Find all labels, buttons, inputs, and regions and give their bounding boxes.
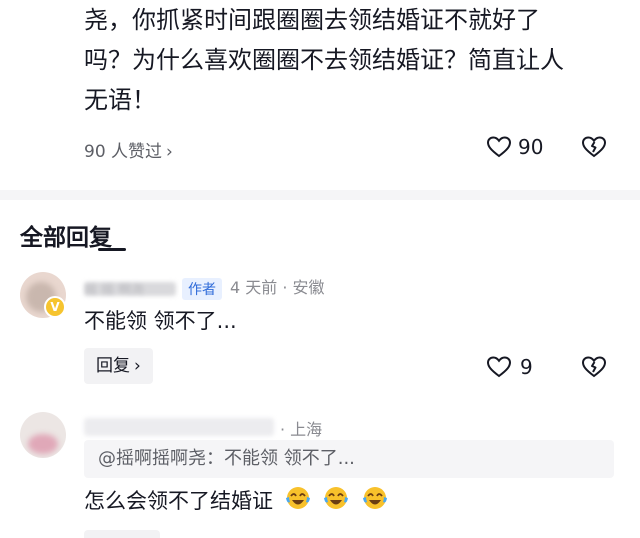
dislike-button[interactable] [581,135,607,163]
crying-laughing-emoji-icon [324,487,349,509]
avatar[interactable] [20,412,66,458]
reply-label: 回复 [96,356,130,376]
chevron-right-icon: › [134,356,141,376]
reply-text-row: 怎么会领不了结婚证 [84,484,389,515]
crying-laughing-emoji-icon [285,487,310,509]
user-name-text: 摇 摇 啊尧 [84,282,145,296]
blurred-user-name[interactable] [84,418,274,436]
liked-by-label: 90 人赞过 [84,142,163,162]
dislike-button[interactable] [581,355,607,383]
reply-location: · 上海 [280,420,323,439]
heart-icon [486,356,512,378]
comment-text-line-2: 吗？为什么喜欢圈圈不去领结婚证？简直让人 [84,46,564,74]
author-tag: 作者 [182,277,222,300]
comment-text-line-3: 无语！ [84,86,156,114]
crying-laughing-emoji-icon [363,487,388,509]
reply-meta: 摇 摇 啊尧 作者 4 天前 · 安徽 [84,274,325,300]
broken-heart-icon [581,356,607,378]
section-separator [0,190,640,200]
heart-icon [486,136,512,158]
verified-badge-icon: V [44,296,66,318]
quoted-reply[interactable]: @摇啊摇啊尧：不能领 领不了... [84,440,614,478]
heading-underline [98,248,126,251]
time-location: 4 天前 · 安徽 [230,278,325,297]
reply-button[interactable]: 回复 › [84,348,153,384]
liked-by-link[interactable]: 90 人赞过 › [84,137,173,162]
reply-text: 不能领 领不了... [84,309,237,333]
all-replies-heading: 全部回复 [20,225,112,251]
reply-button-partial[interactable] [84,530,160,538]
reply-text: 怎么会领不了结婚证 [84,489,273,513]
like-count: 90 [518,135,544,159]
comment-text-line-1: 尧，你抓紧时间跟圈圈去领结婚证不就好了 [84,6,540,34]
blurred-user-name[interactable]: 摇 摇 啊尧 [84,281,176,296]
broken-heart-icon [581,136,607,158]
like-button[interactable]: 9 [486,355,533,379]
like-button[interactable]: 90 [486,135,543,159]
like-count: 9 [520,355,533,379]
chevron-right-icon: › [166,142,173,162]
